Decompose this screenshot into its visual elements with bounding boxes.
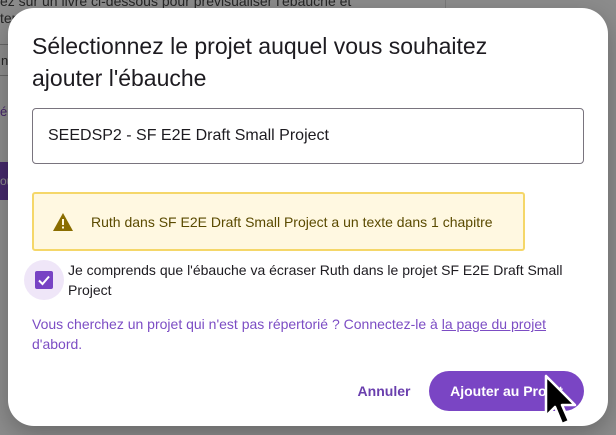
info-text-after: d'abord.: [32, 336, 83, 352]
project-page-link[interactable]: la page du projet: [442, 316, 546, 332]
overwrite-warning: Ruth dans SF E2E Draft Small Project a u…: [32, 192, 525, 251]
checkmark-icon: [38, 275, 50, 286]
dialog-title: Sélectionnez le projet auquel vous souha…: [32, 33, 488, 91]
confirm-overwrite-row[interactable]: Je comprends que l'ébauche va écraser Ru…: [24, 258, 594, 300]
add-draft-to-project-dialog: Sélectionnez le projet auquel vous souha…: [8, 8, 608, 426]
confirm-overwrite-label: Je comprends que l'ébauche va écraser Ru…: [68, 262, 563, 298]
confirm-overwrite-checkbox[interactable]: [35, 271, 53, 289]
project-select[interactable]: SEEDSP2 - SF E2E Draft Small Project: [32, 108, 584, 164]
info-text-before: Vous cherchez un projet qui n'est pas ré…: [32, 316, 442, 332]
project-select-value: SEEDSP2 - SF E2E Draft Small Project: [48, 127, 329, 144]
warning-text: Ruth dans SF E2E Draft Small Project a u…: [91, 213, 493, 230]
cancel-button[interactable]: Annuler: [348, 371, 420, 411]
missing-project-info: Vous cherchez un projet qui n'est pas ré…: [32, 314, 584, 354]
mouse-pointer-icon: [544, 374, 577, 426]
warning-triangle-icon: [52, 212, 74, 232]
